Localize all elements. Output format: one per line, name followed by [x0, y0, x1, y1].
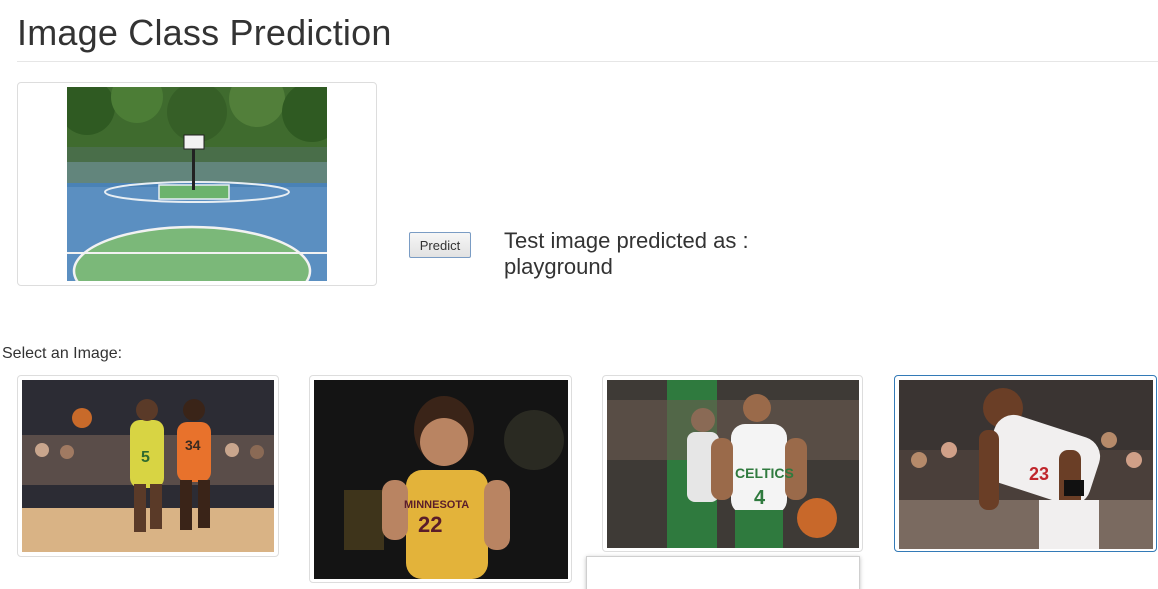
gallery-image-1[interactable]: 5 34: [17, 375, 279, 557]
prediction-result: Test image predicted as : playground: [504, 228, 824, 280]
prediction-result-label: Test image predicted as :: [504, 228, 749, 253]
jersey-number: 4: [754, 487, 766, 509]
jersey-number: 22: [418, 512, 442, 537]
jersey-team-text: MINNESOTA: [404, 499, 469, 511]
dropdown-popup[interactable]: [586, 556, 860, 589]
bulls-player-image: 23: [899, 380, 1153, 549]
basketball-players-image: 5 34: [22, 380, 274, 552]
jersey-number: 23: [1029, 464, 1049, 484]
basketball-court-image: [67, 87, 327, 281]
jersey-number-left: 5: [141, 449, 150, 466]
jersey-number-right: 34: [185, 437, 201, 453]
predict-button[interactable]: Predict: [409, 232, 471, 258]
prediction-result-value: playground: [504, 254, 613, 279]
title-divider: [17, 61, 1158, 62]
jersey-team-text: CELTICS: [735, 465, 794, 481]
gallery-image-4[interactable]: 23: [894, 375, 1157, 552]
gallery-image-2[interactable]: MINNESOTA 22: [309, 375, 572, 583]
minnesota-player-image: MINNESOTA 22: [314, 380, 568, 579]
celtics-player-image: CELTICS 4: [607, 380, 859, 548]
select-image-label: Select an Image:: [2, 345, 123, 362]
preview-image-frame: [17, 82, 377, 286]
page-title: Image Class Prediction: [17, 12, 392, 53]
gallery-image-3[interactable]: CELTICS 4: [602, 375, 863, 552]
